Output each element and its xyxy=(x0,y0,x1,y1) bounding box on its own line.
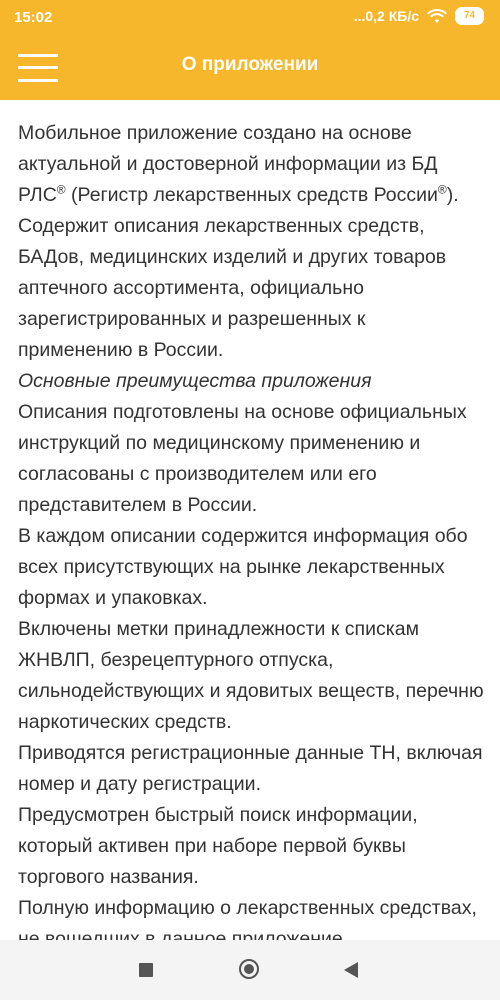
paragraph-search: Предусмотрен быстрый поиск информации, к… xyxy=(18,804,418,888)
status-indicators: ...0,2 КБ/с 74 xyxy=(354,7,484,25)
advantages-heading: Основные преимущества приложения xyxy=(18,370,372,392)
about-content[interactable]: Мобильное приложение создано на основе а… xyxy=(18,118,484,940)
system-nav-bar xyxy=(0,940,500,1000)
paragraph-full-info: Полную информацию о лекарственных средст… xyxy=(18,897,477,940)
back-icon[interactable] xyxy=(344,962,358,978)
battery-icon: 74 xyxy=(455,7,484,25)
paragraph-labels: Включены метки принадлежности к спискам … xyxy=(18,618,484,733)
paragraph-registration: Приводятся регистрационные данные ТН, вк… xyxy=(18,742,483,795)
status-time: 15:02 xyxy=(14,9,53,26)
intro-text-3: ). Содержит описания лекарственных средс… xyxy=(18,184,459,361)
intro-text-2: (Регистр лекарственных средств России xyxy=(65,184,438,206)
paragraph-descriptions: Описания подготовлены на основе официаль… xyxy=(18,401,467,516)
status-bar: 15:02 ...0,2 КБ/с 74 xyxy=(0,0,500,36)
home-icon[interactable] xyxy=(239,959,259,979)
app-bar: О приложении xyxy=(0,36,500,100)
recent-apps-icon[interactable] xyxy=(139,963,153,977)
wifi-icon xyxy=(427,8,447,24)
paragraph-forms: В каждом описании содержится информация … xyxy=(18,525,468,609)
menu-line-bottom xyxy=(18,79,58,82)
page-title: О приложении xyxy=(181,54,319,75)
network-speed: ...0,2 КБ/с xyxy=(353,8,419,24)
registered-mark: ® xyxy=(56,182,66,197)
registered-mark: ® xyxy=(437,182,447,197)
intro-paragraph: Мобильное приложение создано на основе а… xyxy=(18,118,484,366)
